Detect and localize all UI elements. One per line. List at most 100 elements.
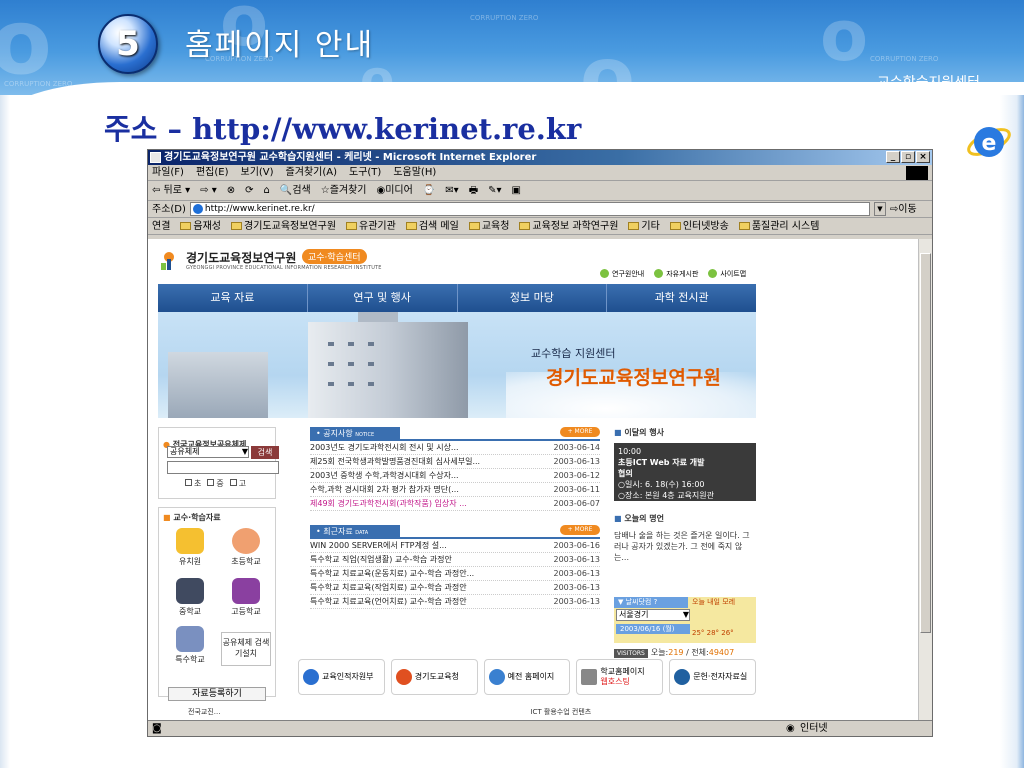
weather-day-tabs[interactable]: 오늘 내일 모레 [692, 597, 735, 607]
search-submit-button[interactable]: 검색 [251, 446, 279, 459]
menu-favorites[interactable]: 즐겨찾기(A) [286, 165, 337, 180]
menu-view[interactable]: 보기(V) [241, 165, 274, 180]
top-link-sitemap[interactable]: 사이트맵 [708, 269, 746, 279]
banner-moe[interactable]: 교육인적자원부 [298, 659, 385, 695]
notice-row[interactable]: 2003년 중학생 수학,과학경시대회 수상자... 2003-06-12 [310, 469, 600, 483]
site-logo-icon[interactable] [158, 249, 180, 271]
media-button[interactable]: ◉미디어 [377, 181, 413, 200]
nav-education-data[interactable]: 교육 자료 [158, 284, 308, 312]
link-item[interactable]: 인터넷방송 [669, 218, 729, 234]
check-high[interactable]: 고 [229, 478, 246, 489]
quote-icon: ■ [614, 514, 622, 523]
old-site-icon [488, 669, 505, 685]
banner-library[interactable]: 문헌·전자자료실 [669, 659, 756, 695]
recent-row[interactable]: 특수학교 치료교육(작업치료) 교수-학습 과정안 2003-06-13 [310, 581, 600, 595]
bg-watermark: CORRUPTION ZERO [470, 14, 539, 22]
teaching-materials-panel: ■ 교수·학습자료 유치원 초등학교 중학교 고등학교 특수학교 공유체제 검색… [158, 507, 276, 697]
maximize-button[interactable]: ▫ [901, 151, 915, 163]
link-item[interactable]: 유관기관 [346, 218, 396, 234]
banner-gyeonggi-office[interactable]: 경기도교육청 [390, 659, 478, 695]
banner-school-hosting[interactable]: 학교홈페이지 웹호스팅 [576, 659, 664, 695]
recent-row[interactable]: 특수학교 치료교육(언어치료) 교수-학습 과정안 2003-06-13 [310, 595, 600, 609]
print-button[interactable]: 🖶 [469, 181, 478, 200]
tab-notice[interactable]: • 공지사항 NOTICE [310, 427, 400, 441]
link-item[interactable]: 품질관리 시스템 [738, 218, 819, 234]
folder-icon [180, 222, 192, 230]
top-link-about[interactable]: 연구원안내 [600, 269, 644, 279]
folder-icon [628, 222, 640, 230]
forward-button[interactable]: ⇨ ▾ [200, 181, 217, 200]
link-item[interactable]: 음재성 [180, 218, 221, 234]
address-label: 주소(D) [152, 203, 186, 215]
notice-row[interactable]: 제25회 전국학생과학발명품경진대회 심사세부일... 2003-06-13 [310, 455, 600, 469]
site-name[interactable]: 경기도교육정보연구원 [186, 249, 296, 266]
share-search-panel: ● 전국교육정보공유체제 공유체제 ▼ 검색 초 중 고 [158, 427, 279, 499]
link-item[interactable]: 교육정보 과학연구원 [519, 218, 618, 234]
link-item[interactable]: 교육청 [468, 218, 509, 234]
favorites-button[interactable]: ☆즐겨찾기 [321, 181, 367, 200]
notice-row[interactable]: 제49회 경기도과학전시회(과학작품) 입상자 ... 2003-06-07 [310, 497, 600, 511]
event-detail[interactable]: 10:00 초등ICT Web 자료 개발 협의 ○일시: 6. 18(수) 1… [614, 443, 756, 501]
visitor-counter: VISITORS 오늘:219 / 전체:49407 [614, 647, 734, 658]
search-button[interactable]: 🔍검색 [280, 181, 311, 200]
discuss-button[interactable]: ▣ [512, 181, 521, 200]
menu-tools[interactable]: 도구(T) [349, 165, 381, 180]
internet-explorer-icon: e [967, 127, 1011, 157]
recent-row[interactable]: 특수학교 직업(직업생활) 교수-학습 과정안 2003-06-13 [310, 553, 600, 567]
material-middle[interactable]: 중학교 [165, 578, 215, 618]
bottom-item[interactable]: 전국교진... [188, 707, 220, 717]
nav-research-events[interactable]: 연구 및 행사 [308, 284, 458, 312]
check-middle[interactable]: 중 [207, 478, 224, 489]
step-number-badge: 5 [98, 14, 158, 74]
back-button[interactable]: ⇦ 뒤로 ▾ [152, 181, 190, 200]
history-button[interactable]: ⌚ [423, 181, 435, 200]
link-item[interactable]: 검색 메일 [405, 218, 459, 234]
material-special[interactable]: 특수학교 [165, 626, 215, 666]
recent-more-button[interactable]: + MORE [560, 525, 600, 535]
link-item[interactable]: 경기도교육정보연구원 [231, 218, 336, 234]
scrollbar-thumb[interactable] [920, 253, 931, 633]
stop-button[interactable]: ⊗ [227, 181, 235, 200]
browser-window: 경기도교육정보연구원 교수학습지원센터 - 케리넷 - Microsoft In… [147, 149, 933, 737]
notice-more-button[interactable]: + MORE [560, 427, 600, 437]
material-kindergarten[interactable]: 유치원 [165, 528, 215, 568]
weather-title[interactable]: ▼ 날씨닷컴 ? [614, 597, 688, 608]
weather-region-select[interactable]: 서울경기 ▼ [616, 609, 690, 621]
material-elementary[interactable]: 초등학교 [221, 528, 271, 568]
site-section-tag[interactable]: 교수·학습센터 [302, 249, 367, 264]
site-name-english: GYEONGGI PROVINCE EDUCATIONAL INFORMATIO… [186, 265, 382, 271]
register-material-button[interactable]: 자료등록하기 [168, 687, 266, 701]
tab-recent[interactable]: • 최근자료 DATA [310, 525, 400, 539]
install-search-tool[interactable]: 공유체제 검색기설치 [221, 632, 271, 666]
address-input[interactable]: http://www.kerinet.re.kr/ [189, 202, 870, 216]
nav-info-plaza[interactable]: 정보 마당 [458, 284, 608, 312]
calendar-icon: ■ [614, 428, 622, 437]
link-item[interactable]: 기타 [628, 218, 660, 234]
home-button[interactable]: ⌂ [264, 181, 270, 200]
top-link-board[interactable]: 자유게시판 [654, 269, 698, 279]
recent-row[interactable]: 특수학교 치료교육(운동치료) 교수-학습 과정안... 2003-06-13 [310, 567, 600, 581]
menu-file[interactable]: 파일(F) [152, 165, 184, 180]
notice-row[interactable]: 2003년도 경기도과학전시회 전시 및 시상... 2003-06-14 [310, 441, 600, 455]
bottom-item[interactable]: ICT 활용수업 컨텐츠 [530, 707, 591, 717]
menu-edit[interactable]: 편집(E) [196, 165, 229, 180]
search-input[interactable] [167, 461, 279, 474]
folder-icon [231, 222, 243, 230]
nav-science-hall[interactable]: 과학 전시관 [607, 284, 756, 312]
search-category-select[interactable]: 공유체제 ▼ [167, 446, 249, 458]
minimize-button[interactable]: _ [886, 151, 900, 163]
vertical-scrollbar[interactable] [918, 239, 932, 721]
banner-old-site[interactable]: 예전 홈페이지 [483, 659, 571, 695]
close-button[interactable]: × [916, 151, 930, 163]
edit-button[interactable]: ✎▾ [488, 181, 501, 200]
quote-text: 담배나 술을 하는 것은 즐거운 일이다. 그러나 공자가 있겠는가. 그 전에… [614, 531, 750, 562]
menu-help[interactable]: 도움말(H) [393, 165, 436, 180]
material-high[interactable]: 고등학교 [221, 578, 271, 618]
recent-row[interactable]: WIN 2000 SERVER에서 FTP계정 설... 2003-06-16 [310, 539, 600, 553]
notice-row[interactable]: 수학,과학 경시대회 2차 평가 참가자 명단(... 2003-06-11 [310, 483, 600, 497]
go-button[interactable]: ⇨이동 [890, 201, 917, 218]
check-elementary[interactable]: 초 [185, 478, 201, 489]
mail-button[interactable]: ✉▾ [445, 181, 458, 200]
refresh-button[interactable]: ⟳ [245, 181, 253, 200]
address-dropdown-button[interactable]: ▼ [873, 202, 886, 216]
